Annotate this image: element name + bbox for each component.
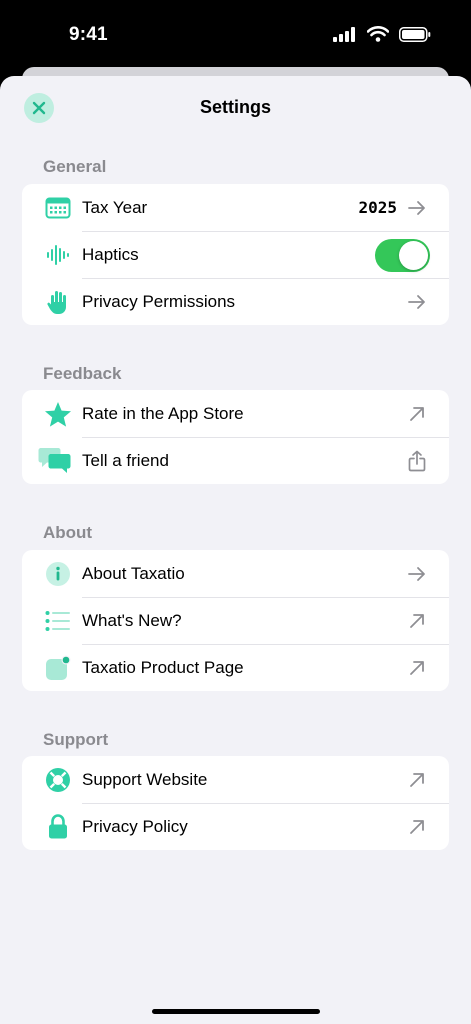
haptics-toggle[interactable] bbox=[375, 239, 430, 272]
star-icon bbox=[44, 400, 72, 428]
info-icon bbox=[44, 560, 72, 588]
lock-icon bbox=[44, 813, 72, 841]
home-indicator bbox=[152, 1009, 320, 1014]
cellular-signal-icon bbox=[333, 26, 355, 42]
row-about-taxatio[interactable]: About Taxatio bbox=[22, 550, 449, 597]
row-support-website[interactable]: Support Website bbox=[22, 756, 449, 803]
arrow-up-right-icon bbox=[406, 403, 428, 425]
hand-raised-icon bbox=[44, 288, 72, 316]
group-about: About Taxatio What's New? Taxatio Produc… bbox=[22, 550, 449, 691]
app-badge-icon bbox=[44, 654, 72, 682]
toggle-knob bbox=[399, 241, 428, 270]
row-haptics: Haptics bbox=[22, 231, 449, 278]
lifebuoy-icon bbox=[44, 766, 72, 794]
share-icon bbox=[406, 450, 428, 472]
arrow-right-icon bbox=[406, 291, 428, 313]
section-header-feedback: Feedback bbox=[43, 364, 122, 383]
tell-a-friend-label: Tell a friend bbox=[82, 450, 169, 470]
section-header-support: Support bbox=[43, 730, 109, 749]
group-feedback: Rate in the App Store Tell a friend bbox=[22, 390, 449, 484]
group-support: Support Website Privacy Policy bbox=[22, 756, 449, 850]
tax-year-value: 2025 bbox=[358, 198, 397, 217]
settings-sheet: Settings General Tax Year 2025 Haptics P… bbox=[0, 76, 471, 1024]
chat-bubbles-icon bbox=[38, 447, 72, 475]
privacy-permissions-label: Privacy Permissions bbox=[82, 291, 236, 311]
status-time: 9:41 bbox=[69, 24, 108, 45]
status-icons bbox=[333, 26, 431, 42]
calendar-icon bbox=[44, 194, 72, 222]
arrow-right-icon bbox=[406, 563, 428, 585]
section-header-about: About bbox=[43, 523, 93, 542]
status-bar: 9:41 bbox=[0, 0, 471, 70]
row-product-page[interactable]: Taxatio Product Page bbox=[22, 644, 449, 691]
row-tax-year[interactable]: Tax Year 2025 bbox=[22, 184, 449, 231]
tax-year-label: Tax Year bbox=[82, 197, 148, 217]
arrow-up-right-icon bbox=[406, 769, 428, 791]
arrow-up-right-icon bbox=[406, 816, 428, 838]
rate-app-store-label: Rate in the App Store bbox=[82, 403, 244, 423]
support-website-label: Support Website bbox=[82, 769, 208, 789]
row-privacy-permissions[interactable]: Privacy Permissions bbox=[22, 278, 449, 325]
privacy-policy-label: Privacy Policy bbox=[82, 816, 188, 836]
group-general: Tax Year 2025 Haptics Privacy Permission… bbox=[22, 184, 449, 325]
list-icon bbox=[44, 607, 72, 635]
wifi-icon bbox=[367, 26, 389, 42]
row-tell-a-friend[interactable]: Tell a friend bbox=[22, 437, 449, 484]
row-privacy-policy[interactable]: Privacy Policy bbox=[22, 803, 449, 850]
page-title: Settings bbox=[199, 97, 271, 117]
product-page-label: Taxatio Product Page bbox=[82, 657, 244, 677]
arrow-right-icon bbox=[406, 197, 428, 219]
waveform-icon bbox=[44, 241, 72, 269]
haptics-label: Haptics bbox=[82, 244, 139, 264]
row-whats-new[interactable]: What's New? bbox=[22, 597, 449, 644]
whats-new-label: What's New? bbox=[82, 610, 182, 630]
arrow-up-right-icon bbox=[406, 610, 428, 632]
about-taxatio-label: About Taxatio bbox=[82, 563, 185, 583]
arrow-up-right-icon bbox=[406, 657, 428, 679]
row-rate-app-store[interactable]: Rate in the App Store bbox=[22, 390, 449, 437]
battery-icon bbox=[399, 26, 431, 42]
section-header-general: General bbox=[43, 157, 107, 176]
